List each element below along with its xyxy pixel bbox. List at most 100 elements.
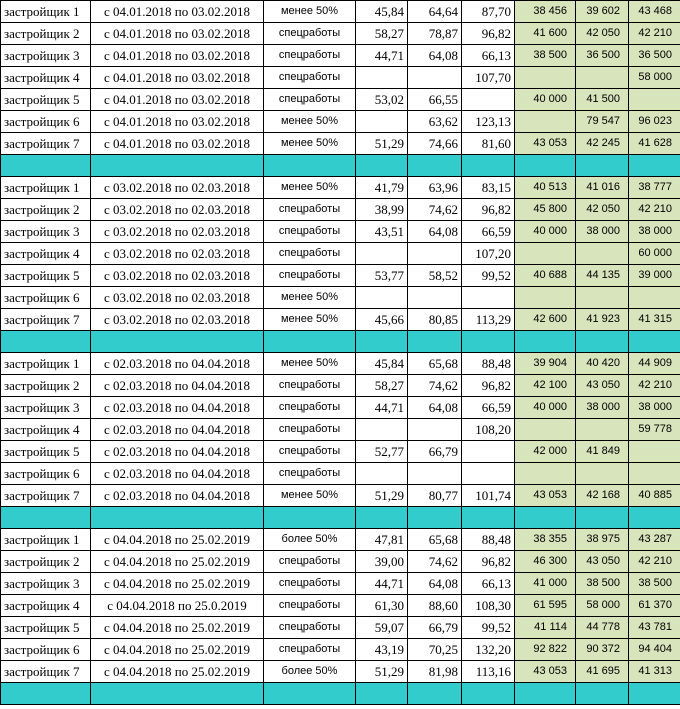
period-cell: с 04.01.2018 по 03.02.2018 <box>90 132 264 155</box>
value-cell-1: 58,27 <box>355 22 408 45</box>
price-cell-1 <box>514 418 576 441</box>
category-cell: спецработы <box>263 462 356 485</box>
separator-cell <box>0 154 91 177</box>
value-cell-2: 65,68 <box>407 352 462 375</box>
price-cell-3 <box>628 88 680 111</box>
separator-cell <box>263 682 356 705</box>
period-cell: с 04.01.2018 по 03.02.2018 <box>90 88 264 111</box>
period-cell: с 02.03.2018 по 04.04.2018 <box>90 440 264 463</box>
separator-cell <box>628 154 680 177</box>
category-cell: менее 50% <box>263 176 356 199</box>
price-cell-2: 42 050 <box>575 22 629 45</box>
price-cell-2: 42 168 <box>575 484 629 507</box>
value-cell-2 <box>407 286 462 309</box>
price-cell-1: 42 000 <box>514 440 576 463</box>
period-cell: с 03.02.2018 по 02.03.2018 <box>90 286 264 309</box>
value-cell-2: 63,96 <box>407 176 462 199</box>
value-cell-3: 113,29 <box>461 308 515 331</box>
separator-cell <box>461 682 515 705</box>
separator-cell <box>628 682 680 705</box>
value-cell-1: 47,81 <box>355 528 408 551</box>
builder-name-cell: застройщик 7 <box>0 660 91 683</box>
price-cell-2: 38 975 <box>575 528 629 551</box>
table-row: застройщик 2с 03.02.2018 по 02.03.2018 сп… <box>0 198 680 221</box>
price-cell-2: 44 778 <box>575 616 629 639</box>
price-cell-3: 60 000 <box>628 242 680 265</box>
table-row: застройщик 2с 02.03.2018 по 04.04.2018 сп… <box>0 374 680 397</box>
price-cell-1 <box>514 110 576 133</box>
separator-cell <box>628 330 680 353</box>
period-cell: с 03.02.2018 по 02.03.2018 <box>90 198 264 221</box>
price-cell-3: 61 370 <box>628 594 680 617</box>
value-cell-2: 64,08 <box>407 44 462 67</box>
table-row: застройщик 2с 04.04.2018 по 25.02.2019 сп… <box>0 550 680 573</box>
value-cell-1: 45,66 <box>355 308 408 331</box>
category-cell: спецработы <box>263 616 356 639</box>
value-cell-3 <box>461 88 515 111</box>
value-cell-2: 80,77 <box>407 484 462 507</box>
value-cell-3: 87,70 <box>461 0 515 23</box>
price-cell-3: 43 468 <box>628 0 680 23</box>
value-cell-3: 132,20 <box>461 638 515 661</box>
price-cell-1: 41 000 <box>514 572 576 595</box>
period-cell: с 04.04.2018 по 25.02.2019 <box>90 616 264 639</box>
category-cell: спецработы <box>263 264 356 287</box>
table-row: застройщик 6с 04.01.2018 по 03.02.2018 ме… <box>0 110 680 133</box>
period-cell: с 04.04.2018 по 25.02.2019 <box>90 528 264 551</box>
builder-name-cell: застройщик 5 <box>0 616 91 639</box>
builder-name-cell: застройщик 2 <box>0 22 91 45</box>
value-cell-1: 44,71 <box>355 572 408 595</box>
price-table: застройщик 1с 04.01.2018 по 03.02.2018 ме… <box>0 0 680 705</box>
value-cell-3: 66,59 <box>461 396 515 419</box>
value-cell-1: 51,29 <box>355 660 408 683</box>
separator-cell <box>575 154 629 177</box>
price-cell-1: 40 513 <box>514 176 576 199</box>
table-row: застройщик 6с 02.03.2018 по 04.04.2018 сп… <box>0 462 680 485</box>
value-cell-2: 66,79 <box>407 440 462 463</box>
table-row: застройщик 5с 04.04.2018 по 25.02.2019 сп… <box>0 616 680 639</box>
category-cell: спецработы <box>263 418 356 441</box>
value-cell-3: 108,20 <box>461 418 515 441</box>
table-row: застройщик 3с 04.01.2018 по 03.02.2018 сп… <box>0 44 680 67</box>
value-cell-3: 81,60 <box>461 132 515 155</box>
value-cell-1: 43,19 <box>355 638 408 661</box>
value-cell-2: 74,62 <box>407 198 462 221</box>
value-cell-1: 53,77 <box>355 264 408 287</box>
value-cell-2 <box>407 66 462 89</box>
price-cell-1: 40 000 <box>514 220 576 243</box>
category-cell: спецработы <box>263 374 356 397</box>
value-cell-2: 80,85 <box>407 308 462 331</box>
value-cell-3: 66,13 <box>461 572 515 595</box>
builder-name-cell: застройщик 5 <box>0 264 91 287</box>
category-cell: спецработы <box>263 198 356 221</box>
category-cell: спецработы <box>263 440 356 463</box>
value-cell-3 <box>461 286 515 309</box>
price-cell-1: 42 600 <box>514 308 576 331</box>
value-cell-2: 78,87 <box>407 22 462 45</box>
period-cell: с 04.01.2018 по 03.02.2018 <box>90 66 264 89</box>
table-row: застройщик 4с 04.01.2018 по 03.02.2018 сп… <box>0 66 680 89</box>
group-separator-row <box>0 154 680 177</box>
table-row: застройщик 7с 04.01.2018 по 03.02.2018 ме… <box>0 132 680 155</box>
separator-cell <box>0 330 91 353</box>
value-cell-2: 88,60 <box>407 594 462 617</box>
price-cell-1: 92 822 <box>514 638 576 661</box>
price-cell-2: 41 849 <box>575 440 629 463</box>
price-cell-2 <box>575 66 629 89</box>
price-cell-2: 41 016 <box>575 176 629 199</box>
separator-cell <box>90 506 264 529</box>
separator-cell <box>514 154 576 177</box>
separator-cell <box>90 682 264 705</box>
value-cell-1: 53,02 <box>355 88 408 111</box>
separator-cell <box>628 506 680 529</box>
price-cell-1 <box>514 66 576 89</box>
price-cell-1 <box>514 462 576 485</box>
builder-name-cell: застройщик 4 <box>0 66 91 89</box>
price-cell-2: 90 372 <box>575 638 629 661</box>
category-cell: более 50% <box>263 660 356 683</box>
separator-cell <box>407 330 462 353</box>
table-row: застройщик 3с 02.03.2018 по 04.04.2018 сп… <box>0 396 680 419</box>
period-cell: с 03.02.2018 по 02.03.2018 <box>90 308 264 331</box>
value-cell-1: 43,51 <box>355 220 408 243</box>
table-row: застройщик 1с 04.04.2018 по 25.02.2019 бо… <box>0 528 680 551</box>
